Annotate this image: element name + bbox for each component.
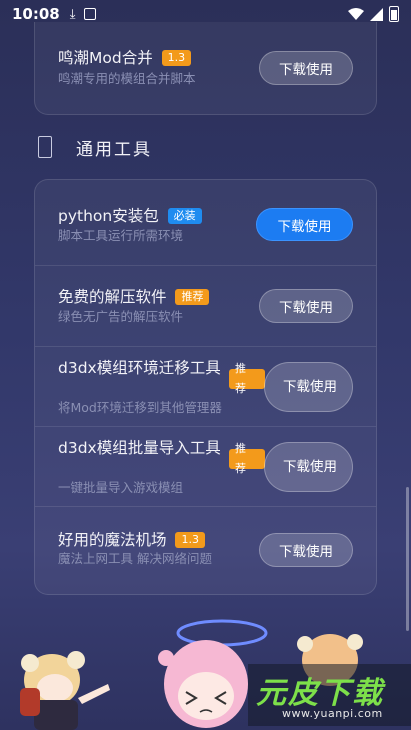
phone-icon [38,136,52,158]
left-character-illustration [20,651,110,730]
signal-icon [370,7,383,21]
item-desc: 魔法上网工具 解决网络问题 [58,551,212,566]
item-title: d3dx模组环境迁移工具 [58,359,221,377]
list-item: 好用的魔法机场 1.3 魔法上网工具 解决网络问题 下载使用 [35,507,376,595]
tools-card: python安装包 必装 脚本工具运行所需环境 下载使用 免费的解压软件 推荐 … [34,179,377,595]
watermark-url: www.yuanpi.com [282,707,383,720]
download-button[interactable]: 下载使用 [264,362,353,412]
list-item: python安装包 必装 脚本工具运行所需环境 下载使用 [35,180,376,266]
item-desc: 鸣潮专用的模组合并脚本 [58,71,196,86]
download-button[interactable]: 下载使用 [256,208,353,241]
download-button[interactable]: 下载使用 [259,51,353,85]
list-item: 免费的解压软件 推荐 绿色无广告的解压软件 下载使用 [35,266,376,347]
list-item: d3dx模组环境迁移工具 推荐 将Mod环境迁移到其他管理器 下载使用 [35,347,376,427]
watermark-logo: 元皮下载 www.yuanpi.com [248,664,411,726]
version-badge: 1.3 [161,50,192,66]
section-header: 通用工具 [38,133,152,161]
item-title: 免费的解压软件 推荐 [58,287,210,307]
download-button[interactable]: 下载使用 [264,442,353,492]
download-icon: ⤓ [69,6,76,22]
list-item: d3dx模组批量导入工具 推荐 一键批量导入游戏模组 下载使用 [35,427,376,507]
version-badge: 1.3 [175,532,205,548]
item-title: python安装包 必装 [58,206,202,226]
recommend-badge: 推荐 [229,442,265,475]
item-title-text: 鸣潮Mod合并 [58,49,153,67]
recommend-badge: 推荐 [229,362,265,395]
required-badge: 必装 [167,208,202,224]
item-desc: 一键批量导入游戏模组 [58,480,184,495]
section-title: 通用工具 [76,139,152,160]
item-desc: 脚本工具运行所需环境 [58,228,184,243]
wifi-icon [348,7,364,20]
list-item: 鸣潮Mod合并 1.3 鸣潮专用的模组合并脚本 下载使用 [35,22,376,115]
item-title: 鸣潮Mod合并 1.3 [58,48,192,68]
item-title: d3dx模组批量导入工具 [58,439,221,457]
item-desc: 将Mod环境迁移到其他管理器 [58,400,222,415]
recommend-badge-text: 推荐 [235,362,246,395]
app-icon [83,8,96,20]
status-time: 10:08 [12,5,60,23]
status-right [348,6,399,22]
watermark-main-text: 元皮下载 [256,676,384,711]
top-tool-card: 鸣潮Mod合并 1.3 鸣潮专用的模组合并脚本 下载使用 [34,22,377,115]
recommend-badge: 推荐 [175,289,210,305]
recommend-badge-text: 推荐 [235,442,246,475]
item-title-text: python安装包 [58,207,159,225]
download-button[interactable]: 下载使用 [259,533,353,567]
battery-icon [389,6,399,22]
download-button[interactable]: 下载使用 [259,289,353,323]
item-title-text: 好用的魔法机场 [58,531,167,549]
item-desc: 绿色无广告的解压软件 [58,309,184,324]
item-title: 好用的魔法机场 1.3 [58,530,205,550]
item-title-text: 免费的解压软件 [58,288,167,306]
